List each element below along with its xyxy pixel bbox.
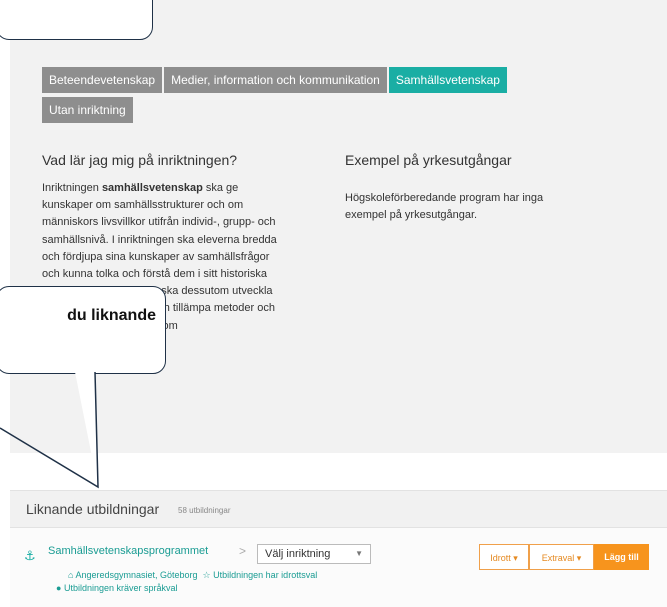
learn-heading: Vad lär jag mig på inriktningen?	[42, 152, 238, 168]
similar-title: Liknande utbildningar	[26, 501, 160, 517]
careers-description: Högskoleförberedande program har inga ex…	[345, 192, 544, 222]
orientation-tabs: Beteendevetenskap Medier, information och…	[42, 67, 602, 127]
tab-medier[interactable]: Medier, information och kommunikation	[164, 67, 387, 93]
globe-icon: ●	[56, 583, 62, 593]
tab-beteendevetenskap[interactable]: Beteendevetenskap	[42, 67, 163, 93]
chevron-down-icon: ▼	[355, 549, 363, 558]
caret-down-icon: ▾	[576, 553, 582, 563]
extraval-dropdown-button[interactable]: Extraval ▾	[529, 544, 594, 570]
school-name: Angeredsgymnasiet, Göteborg	[75, 570, 198, 580]
similar-programs: Liknande utbildningar 58 utbildningar ⚓ …	[10, 490, 667, 607]
callout-text: du liknande	[67, 307, 156, 324]
orientation-select[interactable]: Välj inriktning ▼	[257, 544, 371, 564]
sport-note: Utbildningen har idrottsval	[213, 570, 318, 580]
add-button[interactable]: Lägg till	[594, 544, 649, 570]
similar-header: Liknande utbildningar 58 utbildningar	[10, 491, 667, 528]
language-note: Utbildningen kräver språkval	[63, 583, 178, 593]
trophy-icon: ☆	[202, 570, 211, 580]
callout-bubble: du liknande	[0, 286, 166, 374]
program-link[interactable]: Samhällsvetenskapsprogrammet	[48, 545, 208, 557]
callout-bubble-top	[0, 0, 153, 40]
tab-samhallsvetenskap[interactable]: Samhällsvetenskap	[388, 67, 507, 93]
program-meta-language: ● Utbildningen kräver språkval	[56, 583, 178, 593]
shoe-icon: ⚓	[24, 548, 36, 563]
program-detail-panel: Beteendevetenskap Medier, information och…	[10, 0, 667, 453]
home-icon: ⌂	[68, 570, 74, 580]
orientation-select-value: Välj inriktning	[265, 548, 331, 560]
chevron-right-icon: >	[239, 544, 247, 558]
idrott-dropdown-button[interactable]: Idrott ▾	[479, 544, 529, 570]
program-meta-school: ⌂ Angeredsgymnasiet, Göteborg ☆ Utbildni…	[68, 570, 317, 581]
similar-count: 58 utbildningar	[178, 506, 231, 515]
caret-down-icon: ▾	[513, 553, 518, 563]
careers-heading: Exempel på yrkesutgångar	[345, 152, 512, 168]
tab-utan-inriktning[interactable]: Utan inriktning	[42, 97, 133, 123]
